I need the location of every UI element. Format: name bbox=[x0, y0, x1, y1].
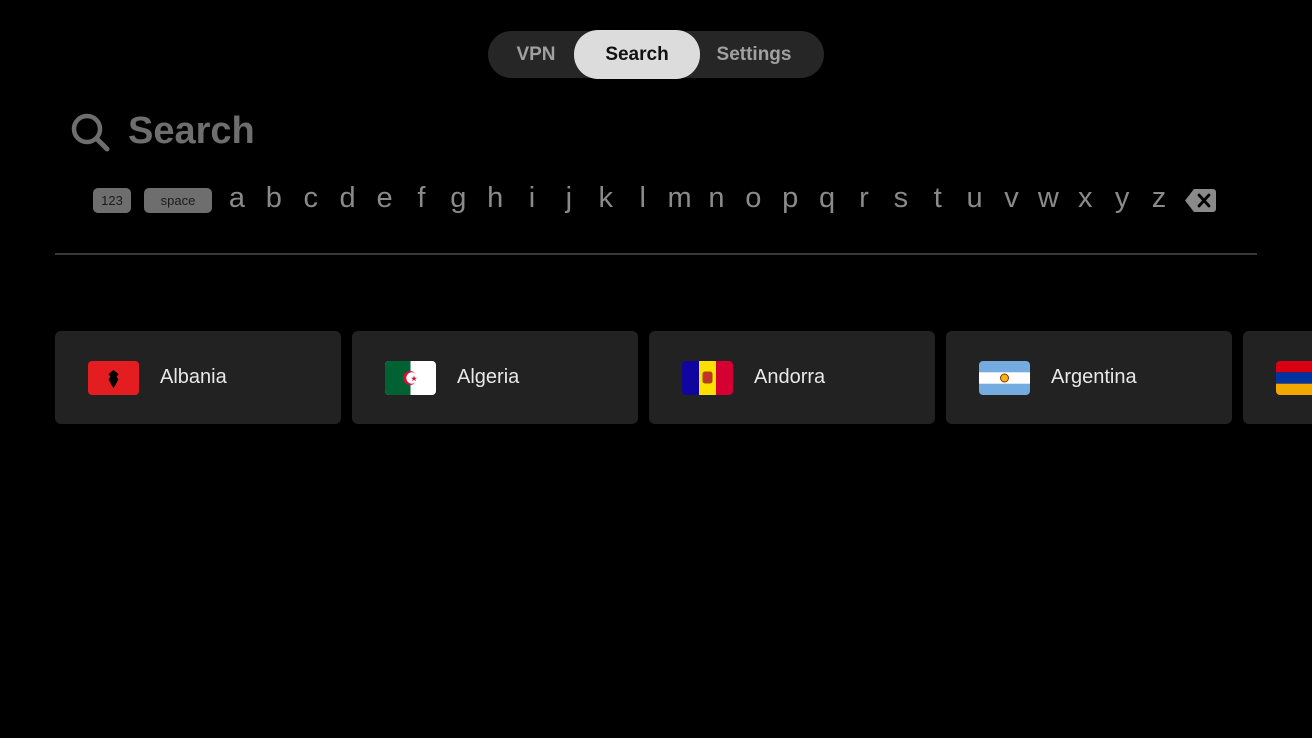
country-card-argentina[interactable]: Argentina bbox=[946, 331, 1232, 424]
search-icon bbox=[71, 113, 110, 152]
albania-flag-icon bbox=[88, 361, 139, 395]
key-p[interactable]: p bbox=[775, 182, 805, 215]
key-n[interactable]: n bbox=[701, 182, 731, 215]
key-x[interactable]: x bbox=[1070, 182, 1100, 215]
armenia-flag-icon bbox=[1276, 361, 1312, 395]
tab-search[interactable]: Search bbox=[574, 30, 700, 79]
key-q[interactable]: q bbox=[812, 182, 842, 215]
algeria-flag-icon bbox=[385, 361, 436, 395]
numbers-key[interactable]: 123 bbox=[93, 188, 131, 213]
key-t[interactable]: t bbox=[923, 182, 953, 215]
key-y[interactable]: y bbox=[1107, 182, 1137, 215]
key-r[interactable]: r bbox=[849, 182, 879, 215]
andorra-flag-icon bbox=[682, 361, 733, 395]
key-g[interactable]: g bbox=[443, 182, 473, 215]
key-e[interactable]: e bbox=[370, 182, 400, 215]
backspace-icon[interactable] bbox=[1185, 188, 1216, 213]
search-field[interactable]: Search bbox=[128, 110, 255, 153]
argentina-flag-icon bbox=[979, 361, 1030, 395]
country-name: Albania bbox=[160, 366, 227, 388]
divider bbox=[55, 253, 1257, 255]
space-key[interactable]: space bbox=[144, 188, 212, 213]
country-name: Argentina bbox=[1051, 366, 1137, 388]
country-card-albania[interactable]: Albania bbox=[55, 331, 341, 424]
key-z[interactable]: z bbox=[1144, 182, 1174, 215]
key-f[interactable]: f bbox=[406, 182, 436, 215]
tab-vpn[interactable]: VPN bbox=[498, 31, 574, 78]
key-c[interactable]: c bbox=[296, 182, 326, 215]
tab-bar: VPN Search Settings bbox=[488, 30, 824, 79]
key-i[interactable]: i bbox=[517, 182, 547, 215]
country-name: Algeria bbox=[457, 366, 520, 388]
key-m[interactable]: m bbox=[665, 182, 695, 215]
key-v[interactable]: v bbox=[996, 182, 1026, 215]
country-name: Andorra bbox=[754, 366, 826, 388]
key-l[interactable]: l bbox=[628, 182, 658, 215]
key-j[interactable]: j bbox=[554, 182, 584, 215]
key-a[interactable]: a bbox=[222, 182, 252, 215]
key-d[interactable]: d bbox=[333, 182, 363, 215]
tab-settings[interactable]: Settings bbox=[700, 31, 808, 78]
key-u[interactable]: u bbox=[960, 182, 990, 215]
key-h[interactable]: h bbox=[480, 182, 510, 215]
key-o[interactable]: o bbox=[738, 182, 768, 215]
key-w[interactable]: w bbox=[1033, 182, 1063, 215]
country-card-algeria[interactable]: Algeria bbox=[352, 331, 638, 424]
key-s[interactable]: s bbox=[886, 182, 916, 215]
country-card-andorra[interactable]: Andorra bbox=[649, 331, 935, 424]
key-b[interactable]: b bbox=[259, 182, 289, 215]
key-k[interactable]: k bbox=[591, 182, 621, 215]
country-card-armenia-flag[interactable] bbox=[1243, 331, 1312, 424]
